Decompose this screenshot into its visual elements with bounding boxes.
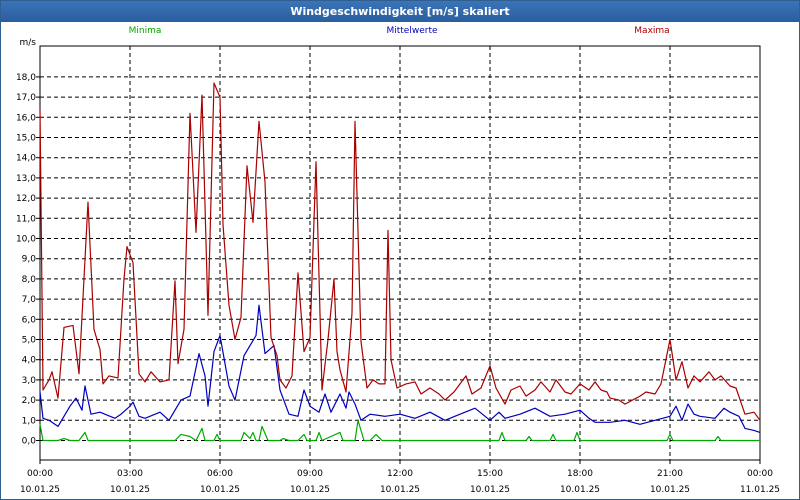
x-tick-time: 21:00	[657, 469, 683, 479]
x-tick-time: 12:00	[387, 469, 413, 479]
y-tick-label: 2,0	[22, 396, 37, 406]
x-tick-date: 10.01.25	[560, 485, 600, 495]
y-tick-label: 10,0	[16, 235, 36, 245]
x-tick-date: 10.01.25	[20, 485, 60, 495]
y-tick-label: 12,0	[16, 194, 36, 204]
y-tick-label: 1,0	[22, 416, 37, 426]
legend-minima: Minima	[129, 26, 162, 36]
y-tick-label: 5,0	[22, 336, 37, 346]
y-axis-label: m/s	[20, 38, 37, 48]
x-tick-time: 00:00	[747, 469, 773, 479]
y-tick-label: 17,0	[16, 93, 36, 103]
x-tick-time: 15:00	[477, 469, 503, 479]
x-tick-time: 18:00	[567, 469, 593, 479]
grid-lines	[40, 46, 760, 460]
x-tick-time: 03:00	[117, 469, 143, 479]
y-tick-label: 15,0	[16, 134, 36, 144]
y-tick-label: 14,0	[16, 154, 36, 164]
axes	[36, 45, 761, 464]
y-tick-label: 6,0	[22, 315, 37, 325]
legend: Minima Mittelwerte Maxima	[129, 26, 670, 36]
x-tick-date: 10.01.25	[470, 485, 510, 495]
x-tick-time: 06:00	[207, 469, 233, 479]
legend-maxima: Maxima	[634, 26, 669, 36]
x-tick-date: 11.01.25	[740, 485, 780, 495]
x-tick-time: 00:00	[27, 469, 53, 479]
y-tick-label: 0,0	[22, 437, 37, 447]
y-tick-label: 8,0	[22, 275, 37, 285]
y-tick-label: 7,0	[22, 295, 37, 305]
y-tick-label: 13,0	[16, 174, 36, 184]
chart: 0,0 1,0 2,0 3,0 4,0 5,0 6,0 7,0 8,0 9,0 10,0 11,0 12…	[16, 26, 780, 495]
tick-labels: 0,0 1,0 2,0 3,0 4,0 5,0 6,0 7,0 8,0 9,0 10,0 11,0 12…	[16, 38, 780, 495]
x-tick-date: 10.01.25	[200, 485, 240, 495]
y-tick-label: 16,0	[16, 113, 36, 123]
legend-mittelwerte: Mittelwerte	[386, 26, 437, 36]
y-tick-label: 3,0	[22, 376, 37, 386]
x-tick-time: 09:00	[297, 469, 323, 479]
y-tick-label: 11,0	[16, 214, 36, 224]
x-tick-date: 10.01.25	[380, 485, 420, 495]
x-tick-date: 10.01.25	[110, 485, 150, 495]
y-tick-label: 18,0	[16, 73, 36, 83]
x-tick-date: 10.01.25	[650, 485, 690, 495]
series-line-minima	[39, 419, 760, 442]
y-tick-label: 9,0	[22, 255, 37, 265]
y-tick-label: 4,0	[22, 356, 37, 366]
series-lines	[39, 82, 761, 442]
x-tick-date: 10.01.25	[290, 485, 330, 495]
